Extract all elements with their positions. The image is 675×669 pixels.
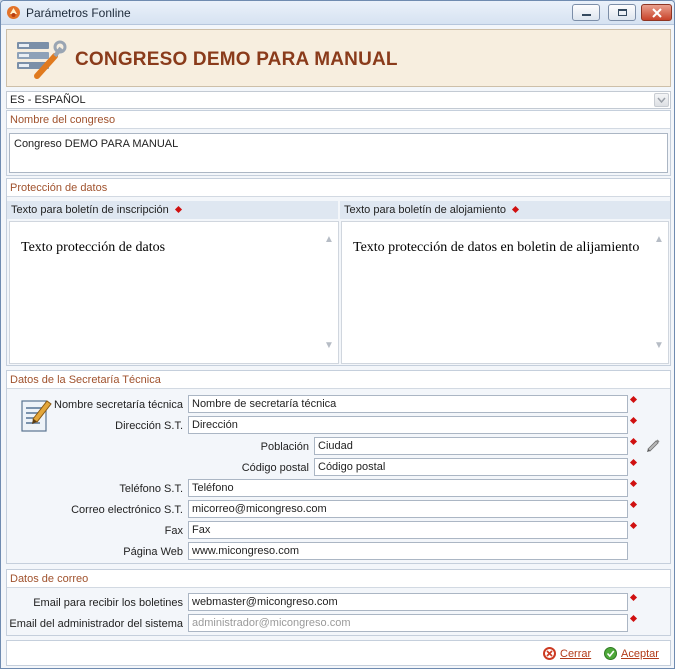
- mail-section-title: Datos de correo: [7, 570, 670, 588]
- accept-button[interactable]: Aceptar: [604, 647, 659, 660]
- close-window-button[interactable]: [641, 4, 672, 21]
- admin-email-label: Email del administrador del sistema: [9, 618, 183, 630]
- address-input[interactable]: Dirección: [188, 416, 628, 434]
- window-title: Parámetros Fonline: [26, 6, 131, 20]
- bulletins-email-label: Email para recibir los boletines: [33, 597, 183, 609]
- scroll-down-icon[interactable]: ▼: [654, 340, 664, 351]
- postal-code-input[interactable]: Código postal: [314, 458, 628, 476]
- required-icon: [174, 205, 182, 214]
- parametros-window: Parámetros Fonline CONGRESO DEMO PARA MA…: [0, 0, 675, 669]
- bulletins-email-input[interactable]: webmaster@micongreso.com: [188, 593, 628, 611]
- congress-name-panel: Nombre del congreso Congreso DEMO PARA M…: [6, 110, 671, 176]
- secretariat-name-input[interactable]: Nombre de secretaría técnica: [188, 395, 628, 413]
- app-icon: [7, 6, 20, 19]
- phone-input[interactable]: Teléfono: [188, 479, 628, 497]
- required-icon: [629, 593, 638, 602]
- fax-label: Fax: [164, 525, 183, 537]
- required-icon: [629, 521, 638, 530]
- required-icon: [629, 614, 638, 623]
- scroll-up-icon[interactable]: ▲: [654, 234, 664, 245]
- accommodation-text-label-bar: Texto para boletín de alojamiento: [340, 201, 670, 219]
- registration-text-value: Texto protección de datos: [21, 240, 166, 255]
- accommodation-text-editor[interactable]: Texto protección de datos en boletin de …: [341, 221, 669, 364]
- language-select-value: ES - ESPAÑOL: [10, 94, 86, 106]
- secretariat-section-title: Datos de la Secretaría Técnica: [7, 371, 670, 389]
- secretariat-name-label: Nombre secretaría técnica: [54, 399, 183, 411]
- accommodation-text-label: Texto para boletín de alojamiento: [344, 204, 507, 216]
- congress-name-section-title: Nombre del congreso: [7, 111, 670, 129]
- registration-text-editor[interactable]: Texto protección de datos ▲ ▼: [9, 221, 339, 364]
- maximize-button[interactable]: [608, 4, 636, 21]
- required-icon: [629, 458, 638, 467]
- close-button[interactable]: Cerrar: [543, 647, 591, 660]
- fax-input[interactable]: Fax: [188, 521, 628, 539]
- close-button-label: Cerrar: [560, 648, 592, 660]
- minimize-icon: [582, 14, 591, 16]
- checkmark-icon: [604, 647, 617, 660]
- email-input[interactable]: micorreo@micongreso.com: [188, 500, 628, 518]
- phone-label: Teléfono S.T.: [119, 483, 183, 495]
- close-icon: [652, 8, 662, 18]
- required-icon: [629, 500, 638, 509]
- secretariat-panel: Datos de la Secretaría Técnica Nombre se…: [6, 370, 671, 564]
- header-banner: CONGRESO DEMO PARA MANUAL: [6, 29, 671, 87]
- web-label: Página Web: [123, 546, 183, 558]
- cancel-icon: [543, 647, 556, 660]
- edit-form-icon: [21, 400, 52, 432]
- data-protection-section-title: Protección de datos: [7, 179, 670, 197]
- title-bar: Parámetros Fonline: [1, 1, 674, 25]
- required-icon: [629, 437, 638, 446]
- accept-button-label: Aceptar: [621, 648, 659, 660]
- accommodation-scrollbar[interactable]: ▲ ▼: [651, 222, 668, 363]
- mail-panel: Datos de correo Email para recibir los b…: [6, 569, 671, 636]
- city-label: Población: [260, 441, 309, 453]
- required-icon: [629, 395, 638, 404]
- registration-scrollbar[interactable]: ▲ ▼: [321, 222, 338, 363]
- web-input[interactable]: www.micongreso.com: [188, 542, 628, 560]
- minimize-button[interactable]: [572, 4, 600, 21]
- accommodation-text-value: Texto protección de datos en boletin de …: [353, 240, 640, 255]
- registration-text-label-bar: Texto para boletín de inscripción: [7, 201, 338, 219]
- scroll-down-icon[interactable]: ▼: [324, 340, 334, 351]
- required-icon: [629, 416, 638, 425]
- congress-title: CONGRESO DEMO PARA MANUAL: [75, 49, 398, 70]
- congress-name-value: Congreso DEMO PARA MANUAL: [14, 138, 179, 150]
- language-select[interactable]: ES - ESPAÑOL: [6, 91, 671, 109]
- required-icon: [629, 479, 638, 488]
- data-protection-panel: Protección de datos Texto para boletín d…: [6, 178, 671, 366]
- settings-tools-icon: [17, 40, 67, 79]
- address-label: Dirección S.T.: [115, 420, 183, 432]
- registration-text-label: Texto para boletín de inscripción: [11, 204, 169, 216]
- postal-code-label: Código postal: [241, 462, 309, 474]
- congress-name-input[interactable]: Congreso DEMO PARA MANUAL: [9, 133, 668, 173]
- footer-bar: Cerrar Aceptar: [6, 640, 671, 666]
- chevron-down-icon[interactable]: [654, 93, 669, 107]
- scroll-up-icon[interactable]: ▲: [324, 234, 334, 245]
- pencil-icon[interactable]: [645, 437, 662, 454]
- maximize-icon: [618, 9, 627, 16]
- email-label: Correo electrónico S.T.: [71, 504, 183, 516]
- admin-email-input[interactable]: administrador@micongreso.com: [188, 614, 628, 632]
- city-input[interactable]: Ciudad: [314, 437, 628, 455]
- required-icon: [512, 205, 520, 214]
